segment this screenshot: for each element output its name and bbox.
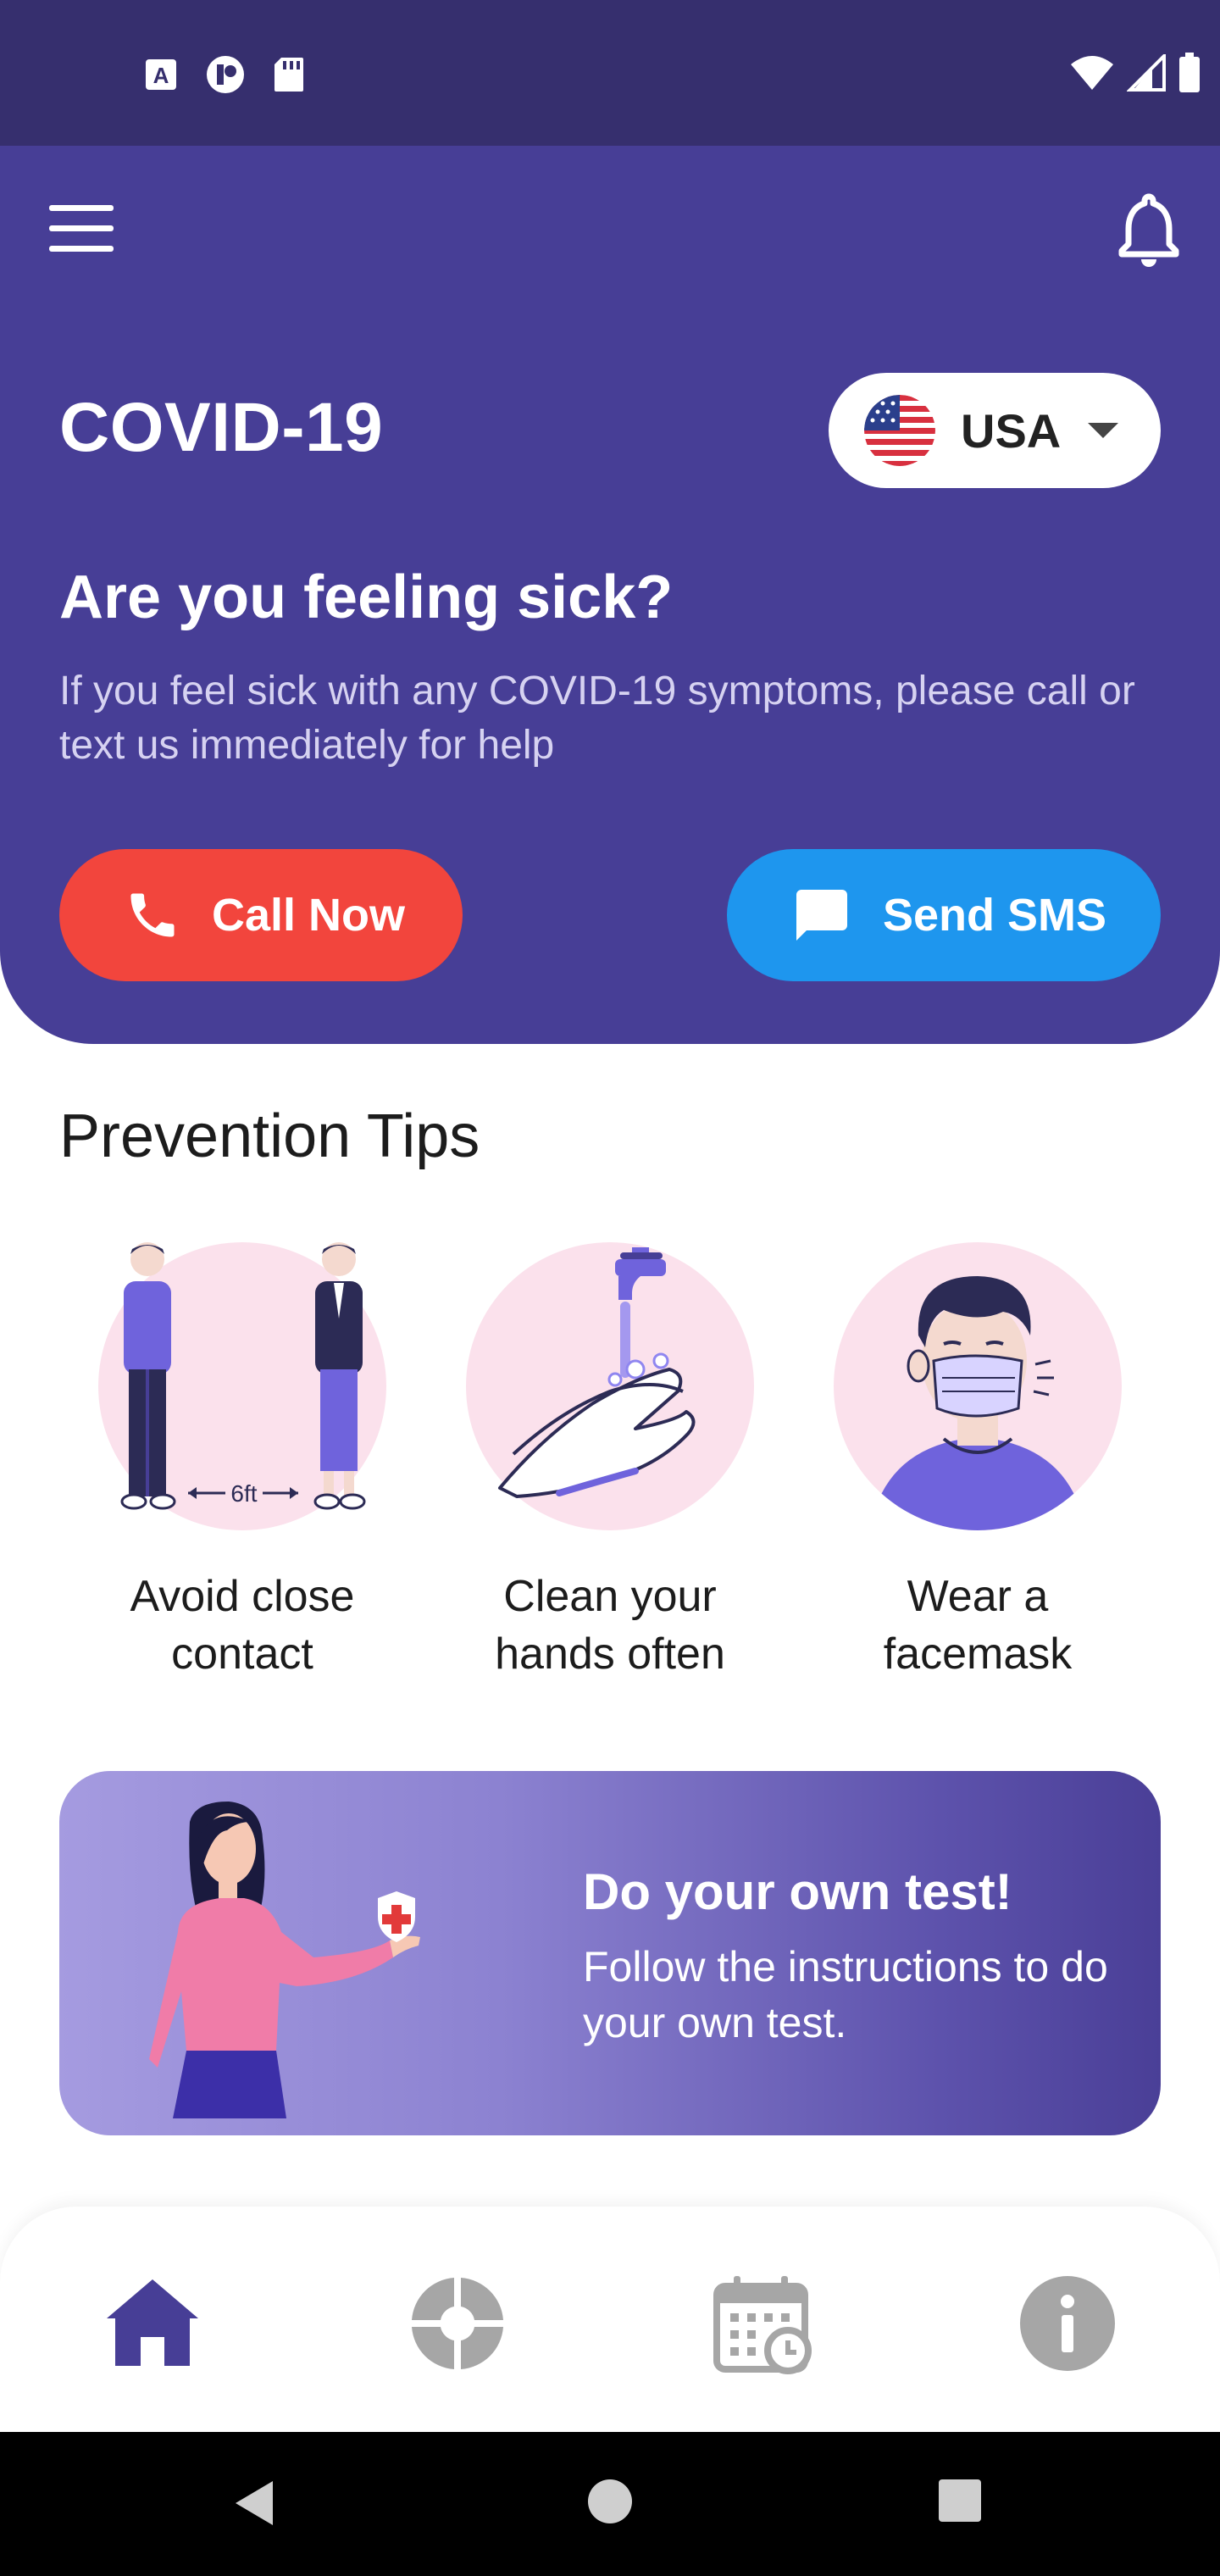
facemask-illustration (834, 1242, 1122, 1530)
status-left-icons: A (144, 54, 305, 95)
bell-icon[interactable] (1115, 192, 1183, 268)
sick-description: If you feel sick with any COVID-19 sympt… (59, 669, 1135, 768)
distance-label: 6ft (230, 1480, 257, 1507)
usa-flag-icon (864, 395, 935, 466)
sick-question-heading: Are you feeling sick? (59, 564, 674, 631)
tip-avoid-close-contact[interactable]: 6ft Avoid close contact (98, 1242, 386, 1683)
tip-wear-facemask[interactable]: Wear a facemask (834, 1242, 1122, 1683)
prevention-tips-heading: Prevention Tips (59, 1102, 480, 1170)
chat-bubble-icon (796, 890, 847, 941)
woman-with-shield-illustration (149, 1802, 420, 2118)
calendar-clock-icon[interactable] (712, 2273, 813, 2374)
tip-label: Clean your hands often (495, 1572, 725, 1679)
send-sms-label: Send SMS (883, 890, 1107, 941)
back-icon[interactable] (230, 2478, 281, 2529)
tip-clean-hands[interactable]: Clean your hands often (466, 1242, 754, 1683)
bottom-navigation (0, 2207, 1220, 2432)
social-distance-illustration: 6ft (98, 1242, 386, 1530)
tip-label: Avoid close contact (130, 1572, 355, 1679)
battery-icon (1179, 53, 1200, 92)
pie-chart-icon[interactable] (407, 2273, 508, 2374)
self-test-card[interactable]: Do your own test! Follow the instruction… (59, 1771, 1161, 2135)
call-now-button[interactable]: Call Now (59, 849, 463, 981)
info-icon[interactable] (1017, 2273, 1118, 2374)
self-test-title: Do your own test! (583, 1863, 1012, 1920)
send-sms-button[interactable]: Send SMS (727, 849, 1161, 981)
status-bar: A (0, 0, 1220, 146)
call-now-label: Call Now (212, 890, 406, 941)
hamburger-menu-icon[interactable] (49, 205, 117, 253)
phone-icon (130, 893, 175, 937)
home-circle-icon[interactable] (586, 2478, 634, 2525)
status-right-icons (1069, 53, 1201, 93)
page-title: COVID-19 (59, 389, 384, 466)
signal-icon (1127, 54, 1166, 92)
country-select[interactable]: USA (829, 373, 1161, 488)
app-circle-icon (207, 56, 244, 93)
chevron-down-icon (1088, 423, 1119, 438)
wifi-icon (1071, 56, 1113, 90)
svg-text:A: A (153, 63, 169, 88)
hand-washing-illustration (466, 1242, 754, 1530)
home-icon[interactable] (102, 2273, 203, 2374)
self-test-description: Follow the instructions to do your own t… (583, 1943, 1108, 2046)
autofill-a-icon: A (146, 59, 176, 90)
country-label: USA (961, 403, 1062, 458)
recents-square-icon[interactable] (937, 2478, 983, 2523)
sd-card-icon (274, 58, 303, 92)
system-navigation-bar (0, 2432, 1220, 2576)
tip-label: Wear a facemask (883, 1572, 1073, 1679)
